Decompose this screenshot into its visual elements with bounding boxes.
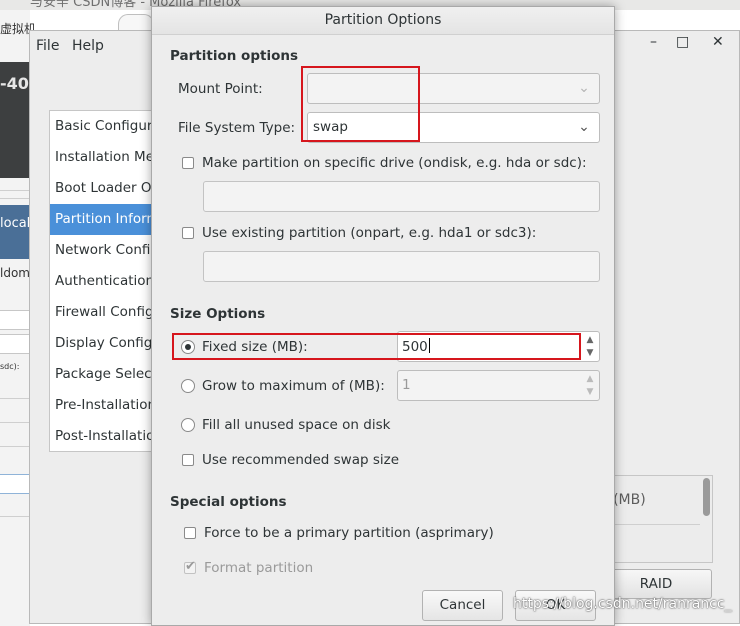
onpart-label: Use existing partition (onpart, e.g. hda…: [202, 225, 537, 241]
spin-up-icon[interactable]: ▲: [583, 334, 597, 347]
window-minimize-button[interactable]: –: [650, 34, 657, 50]
onpart-input[interactable]: [203, 251, 600, 282]
grow-value: 1: [402, 377, 411, 393]
partition-options-dialog: Partition Options Partition options Moun…: [151, 6, 615, 626]
size-options-heading: Size Options: [170, 306, 266, 322]
watermark: https://blog.csdn.net/ranrancc_: [513, 596, 732, 612]
sidebar-item-basic-configuration[interactable]: Basic Configuration: [50, 111, 158, 142]
sidebar-item-firewall-configuration[interactable]: Firewall Configuration: [50, 297, 158, 328]
background-field: [0, 334, 30, 354]
background-divider: [0, 190, 30, 191]
spin-down-icon[interactable]: ▼: [583, 347, 597, 360]
grow-radio[interactable]: [181, 379, 195, 393]
grow-label: Grow to maximum of (MB):: [202, 378, 385, 394]
partition-table-scrollbar[interactable]: [703, 478, 710, 516]
raid-button[interactable]: RAID: [600, 569, 712, 599]
file-system-type-value: swap: [313, 119, 348, 135]
partition-table-separator: [600, 524, 700, 525]
spin-down-icon[interactable]: ▼: [583, 386, 597, 399]
sidebar-item-authentication[interactable]: Authentication: [50, 266, 158, 297]
primary-partition-checkbox[interactable]: [184, 527, 196, 539]
background-field: [0, 474, 30, 494]
window-maximize-button[interactable]: □: [676, 34, 689, 50]
background-divider: [0, 516, 30, 517]
fill-space-label: Fill all unused space on disk: [202, 417, 391, 433]
primary-partition-label: Force to be a primary partition (asprima…: [204, 525, 494, 541]
check-icon: ✔: [185, 559, 196, 574]
recommended-swap-label: Use recommended swap size: [202, 452, 400, 468]
background-divider: [0, 398, 30, 399]
kickstart-sidebar: Basic Configuration Installation Method …: [49, 110, 159, 452]
background-divider: [0, 422, 30, 423]
sidebar-item-boot-loader-options[interactable]: Boot Loader Options: [50, 173, 158, 204]
sidebar-item-network-configuration[interactable]: Network Configuration: [50, 235, 158, 266]
sidebar-item-display-configuration[interactable]: Display Configuration: [50, 328, 158, 359]
partition-table-size-column: e (MB): [600, 492, 646, 508]
chevron-down-icon[interactable]: ⌄: [569, 113, 599, 142]
recommended-swap-checkbox[interactable]: [182, 454, 194, 466]
special-options-heading: Special options: [170, 494, 287, 510]
spin-up-icon[interactable]: ▲: [583, 373, 597, 386]
onpart-checkbox[interactable]: [182, 227, 194, 239]
file-system-type-combo[interactable]: swap ⌄: [307, 112, 600, 143]
cancel-button[interactable]: Cancel: [422, 590, 503, 621]
text-caret: [428, 338, 430, 353]
fixed-size-value: 500: [402, 338, 430, 355]
background-selected-row: [0, 205, 30, 259]
grow-spinbox[interactable]: 1 ▲ ▼: [397, 370, 600, 401]
partition-options-heading: Partition options: [170, 48, 298, 64]
sidebar-item-post-installation-script[interactable]: Post-Installation Script: [50, 421, 158, 452]
ondisk-input[interactable]: [203, 181, 600, 212]
background-dark-panel: -40-: [0, 62, 36, 178]
menu-file[interactable]: File: [36, 38, 59, 54]
fill-space-radio[interactable]: [181, 418, 195, 432]
ondisk-checkbox[interactable]: [182, 157, 194, 169]
mount-point-combo[interactable]: ⌄: [307, 73, 600, 104]
format-partition-label: Format partition: [204, 560, 314, 576]
fixed-size-label: Fixed size (MB):: [202, 339, 308, 355]
mount-point-label: Mount Point:: [178, 81, 263, 97]
format-partition-checkbox[interactable]: ✔: [184, 559, 196, 574]
background-divider: [0, 446, 30, 447]
menu-help[interactable]: Help: [72, 38, 104, 54]
background-field: [0, 310, 30, 330]
background-fragment-domain: ldom: [0, 266, 30, 280]
sidebar-item-pre-installation-script[interactable]: Pre-Installation Script: [50, 390, 158, 421]
fixed-size-radio[interactable]: [181, 340, 195, 354]
file-system-type-label: File System Type:: [178, 120, 296, 136]
partition-table[interactable]: [600, 475, 713, 563]
ondisk-label: Make partition on specific drive (ondisk…: [202, 155, 587, 171]
sidebar-item-partition-information[interactable]: Partition Information: [50, 204, 158, 235]
background-divider: [0, 198, 30, 199]
dialog-title: Partition Options: [152, 7, 614, 35]
background-fragment-localhost: localh: [0, 216, 30, 231]
background-fragment-sdc: sdc):: [0, 362, 20, 371]
fixed-size-spinbox[interactable]: 500 ▲ ▼: [397, 331, 600, 362]
chevron-down-icon[interactable]: ⌄: [569, 74, 599, 103]
sidebar-item-installation-method[interactable]: Installation Method: [50, 142, 158, 173]
sidebar-item-package-selection[interactable]: Package Selection: [50, 359, 158, 390]
window-close-button[interactable]: ✕: [712, 34, 724, 50]
